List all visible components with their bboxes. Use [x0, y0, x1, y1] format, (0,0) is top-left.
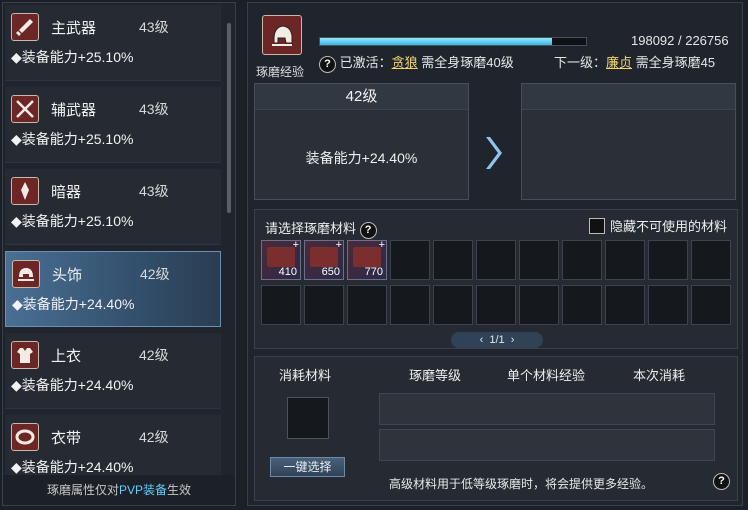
sword-icon [11, 13, 39, 41]
material-slot[interactable] [347, 285, 387, 325]
next-level-row: 下一级：廉贞 需全身琢磨45 [554, 55, 716, 70]
item-bonus: ◆装备能力+24.40% [11, 459, 134, 475]
material-slot[interactable]: +770 [347, 239, 387, 280]
footer-note: 琢磨属性仅对PVP装备生效 [3, 475, 235, 505]
helmet-icon [12, 260, 40, 288]
material-slot[interactable] [562, 285, 602, 325]
item-name: 衣带 [51, 430, 82, 447]
help-icon[interactable]: ? [359, 222, 377, 239]
item-level: 43级 [139, 101, 169, 117]
col-header: 琢磨等级 [409, 368, 462, 383]
consume-section: 消耗材料 琢磨等级 单个材料经验 本次消耗 一键选择 高级材料用于低等级琢磨时，… [254, 356, 738, 501]
material-section: 请选择琢磨材料 ? 隐藏不可使用的材料 +410 +650 +770 ‹ 1/1 › [254, 209, 738, 349]
item-name: 头饰 [52, 267, 83, 284]
material-slot[interactable] [648, 285, 688, 325]
material-count: 650 [321, 266, 340, 278]
material-grid-row [261, 285, 731, 325]
exp-numbers: 198092 / 226756 [631, 33, 729, 48]
belt-icon [11, 423, 39, 451]
material-icon [353, 247, 381, 267]
pager[interactable]: ‹ 1/1 › [451, 332, 543, 348]
material-slot[interactable] [562, 240, 602, 280]
col-header: 消耗材料 [279, 368, 332, 383]
item-level: 42级 [139, 347, 169, 363]
material-slot[interactable] [691, 240, 731, 280]
item-name: 辅武器 [51, 102, 97, 119]
item-bonus: ◆装备能力+24.40% [12, 296, 135, 312]
checkbox[interactable] [588, 217, 605, 234]
item-name: 上衣 [51, 348, 82, 365]
material-label: 请选择琢磨材料 ? [265, 218, 377, 239]
material-slot[interactable] [691, 285, 731, 325]
consume-row [379, 393, 715, 425]
item-name: 主武器 [51, 20, 97, 37]
item-bonus: ◆装备能力+25.10% [11, 213, 134, 229]
next-level-panel [521, 83, 736, 200]
polish-panel: 琢磨经验 198092 / 226756 ? 已激活：贪狼 需全身琢磨40级 下… [247, 2, 743, 506]
item-level: 42级 [140, 266, 170, 282]
help-icon[interactable]: ? [319, 56, 336, 73]
list-item-1[interactable]: 辅武器 43级 ◆装备能力+25.10% [5, 87, 221, 163]
item-bonus: ◆装备能力+25.10% [11, 49, 134, 65]
armor-icon [11, 341, 39, 369]
exp-progress-fill [320, 38, 553, 45]
col-header: 本次消耗 [633, 368, 686, 383]
material-slot[interactable] [390, 285, 430, 325]
item-level: 42级 [139, 429, 169, 445]
material-count: 770 [364, 266, 383, 278]
item-bonus: ◆装备能力+24.40% [11, 377, 134, 393]
exp-progress-bar [319, 37, 587, 46]
list-scrollbar[interactable] [227, 23, 231, 213]
one-key-select-button[interactable]: 一键选择 [270, 457, 345, 477]
material-slot[interactable] [433, 285, 473, 325]
material-slot[interactable]: +410 [261, 239, 301, 280]
material-slot[interactable] [605, 285, 645, 325]
crossed-swords-icon [11, 95, 39, 123]
list-item-4[interactable]: 上衣 42级 ◆装备能力+24.40% [5, 333, 221, 409]
material-slot[interactable] [648, 240, 688, 280]
material-slot[interactable] [433, 240, 473, 280]
hint-text: 高级材料用于低等级琢磨时，将会提供更多经验。 [389, 477, 654, 491]
material-slot[interactable] [390, 240, 430, 280]
material-icon [267, 247, 295, 267]
chevron-right-icon [486, 137, 502, 169]
item-bonus: ◆装备能力+25.10% [11, 131, 134, 147]
material-count: 410 [278, 266, 297, 278]
material-icon [310, 247, 338, 267]
material-slot[interactable] [476, 285, 516, 325]
material-slot[interactable] [261, 285, 301, 325]
material-slot[interactable] [304, 285, 344, 325]
current-level-bonus: 装备能力+24.40% [305, 150, 418, 166]
list-item-3[interactable]: 头饰 42级 ◆装备能力+24.40% [5, 251, 221, 327]
next-level-link[interactable]: 廉贞 [606, 55, 632, 70]
current-level-title: 42级 [255, 84, 468, 110]
list-item-2[interactable]: 暗器 43级 ◆装备能力+25.10% [5, 169, 221, 245]
current-level-panel: 42级 装备能力+24.40% [254, 83, 469, 200]
material-slot[interactable] [519, 285, 559, 325]
col-header: 单个材料经验 [507, 368, 586, 383]
activated-row: ? 已激活：贪狼 需全身琢磨40级 [319, 52, 514, 73]
material-grid-row: +410 +650 +770 [261, 239, 731, 280]
exp-label: 琢磨经验 [256, 65, 305, 79]
consume-slot[interactable] [287, 397, 329, 439]
equipment-list-panel: 主武器 43级 ◆装备能力+25.10% 辅武器 43级 ◆装备能力+25.10… [2, 2, 236, 506]
item-level: 43级 [139, 19, 169, 35]
material-slot[interactable] [519, 240, 559, 280]
item-level: 43级 [139, 183, 169, 199]
activated-link[interactable]: 贪狼 [392, 55, 418, 70]
consume-row [379, 429, 715, 461]
hide-unusable-toggle[interactable]: 隐藏不可使用的材料 [588, 216, 727, 235]
material-slot[interactable] [476, 240, 516, 280]
helmet-icon [262, 15, 302, 55]
item-name: 暗器 [51, 184, 82, 201]
material-slot[interactable] [605, 240, 645, 280]
material-slot[interactable]: +650 [304, 239, 344, 280]
help-icon[interactable]: ? [713, 473, 730, 490]
list-item-0[interactable]: 主武器 43级 ◆装备能力+25.10% [5, 5, 221, 81]
dart-icon [11, 177, 39, 205]
